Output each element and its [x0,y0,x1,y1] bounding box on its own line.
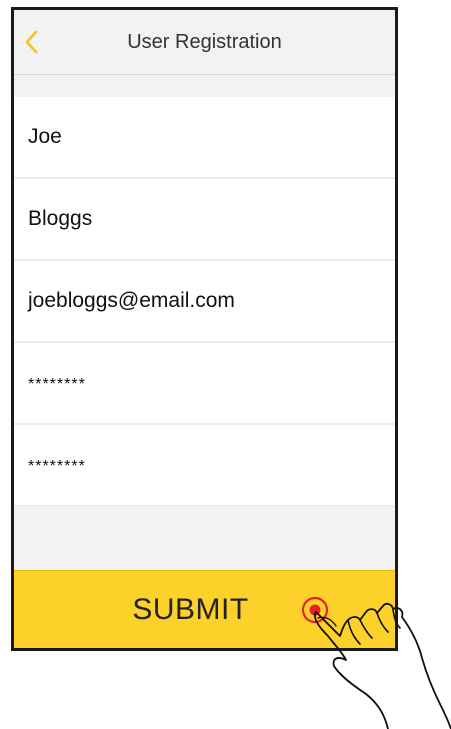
last-name-field[interactable]: Bloggs [14,179,395,261]
stage: User Registration Joe Bloggs joebloggs@e… [0,0,451,729]
confirm-password-field[interactable]: ******** [14,425,395,507]
first-name-field[interactable]: Joe [14,97,395,179]
page-title: User Registration [127,31,282,53]
phone-screen: User Registration Joe Bloggs joebloggs@e… [11,7,398,651]
submit-label: SUBMIT [132,593,249,626]
app-header: User Registration [14,10,395,75]
password-field[interactable]: ******** [14,343,395,425]
registration-form: Joe Bloggs joebloggs@email.com ******** … [14,97,395,507]
tapping-hand-icon [301,596,451,729]
form-top-spacer [14,75,395,97]
email-field[interactable]: joebloggs@email.com [14,261,395,343]
